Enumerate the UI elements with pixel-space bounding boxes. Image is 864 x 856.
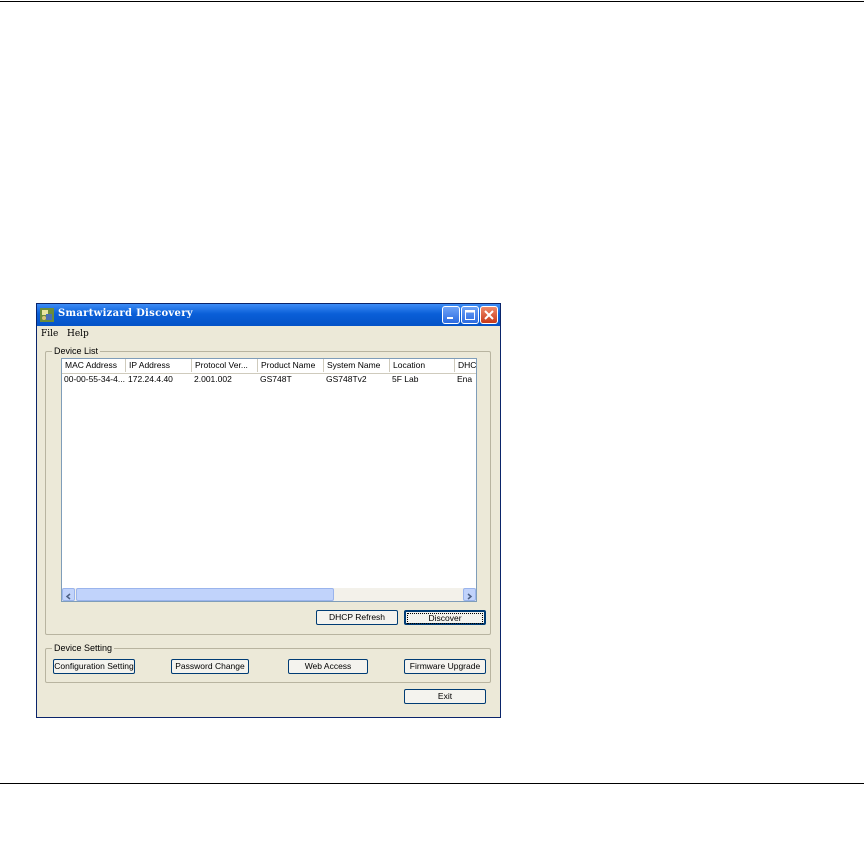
maximize-button[interactable]: [461, 306, 479, 324]
horizontal-scrollbar[interactable]: [62, 588, 476, 601]
device-list-label: Device List: [52, 346, 101, 356]
close-button[interactable]: [480, 306, 498, 324]
column-header-dhcp[interactable]: DHC: [455, 359, 476, 372]
discover-button-label: Discover: [407, 613, 483, 624]
maximize-icon: [465, 310, 475, 320]
minimize-icon: [447, 317, 453, 319]
password-change-button[interactable]: Password Change: [171, 659, 249, 674]
list-header: MAC Address IP Address Protocol Ver... P…: [62, 359, 476, 374]
scroll-right-button[interactable]: [463, 588, 476, 601]
cell-system: GS748Tv2: [326, 374, 367, 384]
top-rule: [0, 1, 864, 2]
smartwizard-window: Smartwizard Discovery File Help Device L…: [36, 303, 501, 718]
scroll-thumb[interactable]: [76, 588, 334, 601]
scroll-left-icon: [65, 593, 71, 600]
web-access-button[interactable]: Web Access: [288, 659, 368, 674]
device-list-view[interactable]: MAC Address IP Address Protocol Ver... P…: [61, 358, 477, 602]
cell-product: GS748T: [260, 374, 292, 384]
window-title: Smartwizard Discovery: [58, 308, 193, 319]
column-header-location[interactable]: Location: [390, 359, 455, 372]
cell-mac: 00-00-55-34-4...: [64, 374, 125, 384]
column-header-protocol[interactable]: Protocol Ver...: [192, 359, 258, 372]
column-header-product[interactable]: Product Name: [258, 359, 324, 372]
discover-button[interactable]: Discover: [404, 610, 486, 625]
cell-location: 5F Lab: [392, 374, 419, 384]
column-header-ip[interactable]: IP Address: [126, 359, 192, 372]
table-row[interactable]: 00-00-55-34-4... 172.24.4.40 2.001.002 G…: [62, 373, 476, 385]
cell-dhcp: Ena: [457, 374, 473, 384]
scroll-right-icon: [467, 593, 473, 600]
bottom-rule: [0, 783, 864, 784]
column-header-system[interactable]: System Name: [324, 359, 390, 372]
close-icon: [484, 310, 494, 320]
cell-protocol: 2.001.002: [194, 374, 232, 384]
minimize-button[interactable]: [442, 306, 460, 324]
configuration-setting-button[interactable]: Configuration Setting: [53, 659, 135, 674]
exit-button[interactable]: Exit: [404, 689, 486, 704]
title-bar[interactable]: Smartwizard Discovery: [37, 304, 500, 326]
firmware-upgrade-button[interactable]: Firmware Upgrade: [404, 659, 486, 674]
menu-help[interactable]: Help: [67, 329, 89, 339]
column-header-mac[interactable]: MAC Address: [62, 359, 126, 372]
scroll-left-button[interactable]: [62, 588, 75, 601]
app-icon: [40, 308, 54, 322]
dhcp-refresh-button[interactable]: DHCP Refresh: [316, 610, 398, 625]
device-setting-label: Device Setting: [52, 643, 115, 653]
menu-file[interactable]: File: [41, 329, 58, 339]
cell-ip: 172.24.4.40: [128, 374, 173, 384]
